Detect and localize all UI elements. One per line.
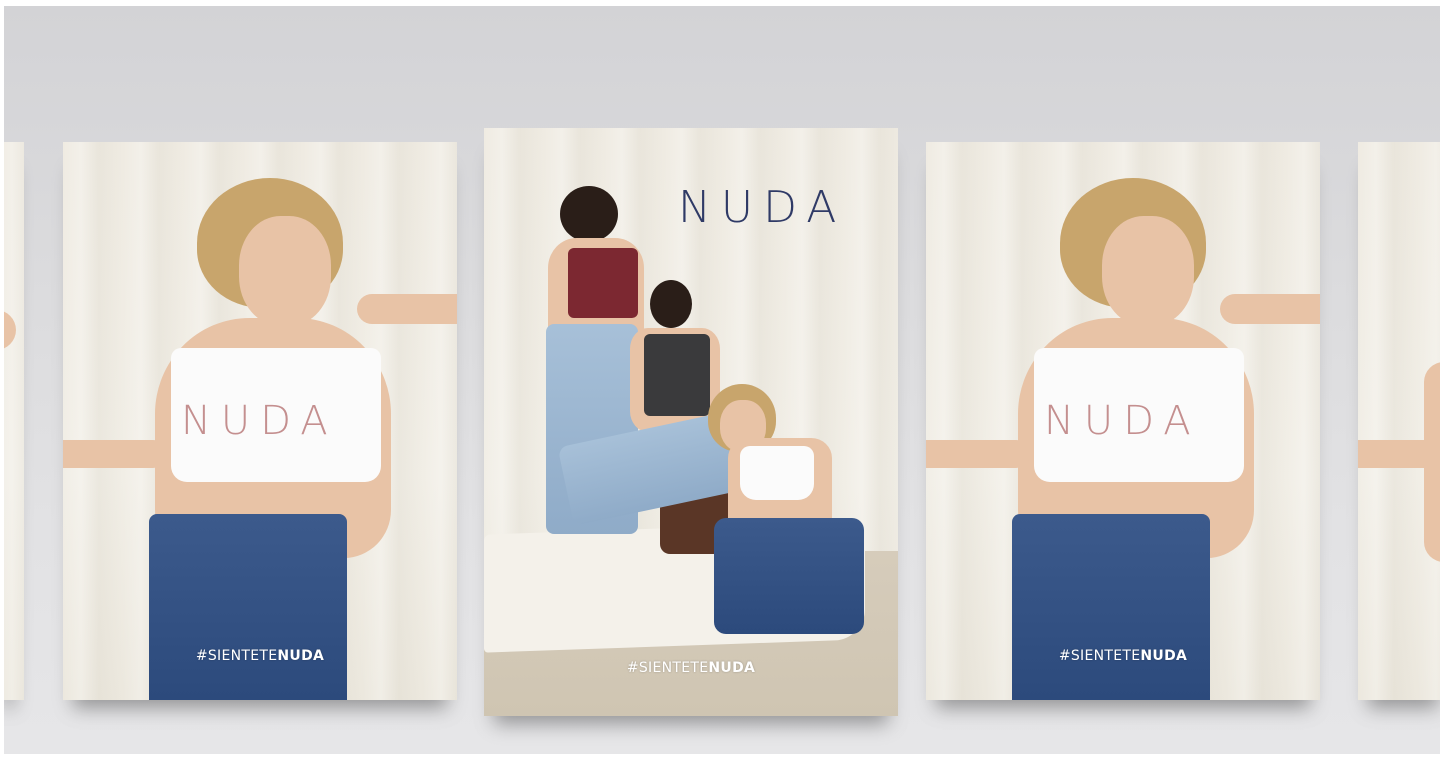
model-face: [239, 216, 331, 326]
reclining-model-bra: [740, 446, 814, 500]
model-jeans: [149, 514, 347, 700]
left-hand: [63, 440, 167, 468]
arm: [1424, 362, 1440, 562]
standing-model-hair: [560, 186, 618, 242]
poster-right: NUDA #SIENTETENUDA: [926, 142, 1320, 700]
logo-print: NUDA: [181, 398, 338, 444]
reclining-model-jeans: [714, 518, 864, 634]
left-hand: [926, 440, 1030, 468]
seated-model-hair: [650, 280, 692, 328]
hashtag-text: #SIENTETENUDA: [195, 648, 325, 664]
model-face: [1102, 216, 1194, 326]
poster-left-partial: [4, 142, 24, 700]
hashtag-text: #SIENTETENUDA: [626, 660, 756, 676]
right-hand: [357, 294, 457, 324]
poster-right-partial: [1358, 142, 1440, 700]
model-jeans: [1012, 514, 1210, 700]
hashtag-text: #SIENTETENUDA: [1058, 648, 1188, 664]
seated-model-top: [644, 334, 710, 416]
right-hand: [1220, 294, 1320, 324]
poster-left: NUDA #SIENTETENUDA: [63, 142, 457, 700]
poster-center: NUDA #SIENTETENUDA: [484, 128, 898, 716]
logo-header: NUDA: [678, 182, 847, 233]
logo-print: NUDA: [1044, 398, 1201, 444]
standing-model-top: [568, 248, 638, 318]
mockup-stage: NUDA #SIENTETENUDA NUDA #SIENTETENUDA NU…: [4, 6, 1440, 754]
